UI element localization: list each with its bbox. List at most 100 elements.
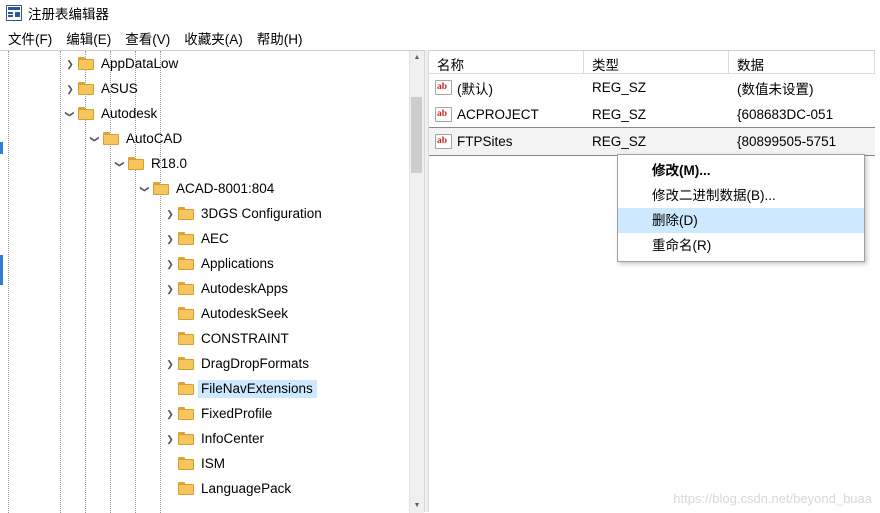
tree-item-dragdropformats[interactable]: ❯ DragDropFormats <box>0 351 410 376</box>
value-name-label: FTPSites <box>457 134 513 149</box>
tree-item-label: R18.0 <box>151 155 188 171</box>
value-name-cell: ab ACPROJECT <box>429 107 584 122</box>
scroll-up-icon[interactable]: ▲ <box>410 51 424 65</box>
column-header-type[interactable]: 类型 <box>584 51 729 73</box>
folder-icon <box>153 181 170 196</box>
chevron-right-icon[interactable]: ❯ <box>162 231 178 247</box>
watermark-text: https://blog.csdn.net/beyond_buaa <box>673 491 872 506</box>
registry-editor-icon <box>6 5 22 21</box>
value-type-cell: REG_SZ <box>592 107 647 122</box>
chevron-right-icon[interactable]: ❯ <box>162 406 178 422</box>
tree-item-autodeskapps[interactable]: ❯ AutodeskApps <box>0 276 410 301</box>
value-data-cell: {80899505-5751 <box>737 134 837 149</box>
chevron-down-icon[interactable]: ❯ <box>112 156 128 172</box>
menu-favorites[interactable]: 收藏夹(A) <box>184 26 250 50</box>
value-type-cell: REG_SZ <box>592 134 647 149</box>
tree-item-languagepack[interactable]: ❯LanguagePack <box>0 476 410 501</box>
chevron-right-icon[interactable]: ❯ <box>62 81 78 97</box>
window-title: 注册表编辑器 <box>28 7 109 22</box>
tree-item-label: 3DGS Configuration <box>201 205 322 221</box>
chevron-right-icon[interactable]: ❯ <box>162 431 178 447</box>
tree-item-asus[interactable]: ❯ ASUS <box>0 76 410 101</box>
tree-item-label: Applications <box>201 255 274 271</box>
tree-item-fixedprofile[interactable]: ❯ FixedProfile <box>0 401 410 426</box>
list-header: 名称 类型 数据 <box>429 51 875 74</box>
tree-item-constraint[interactable]: ❯CONSTRAINT <box>0 326 410 351</box>
table-row[interactable]: ab (默认) REG_SZ (数值未设置) <box>429 74 875 101</box>
value-name-cell: ab (默认) <box>429 78 584 98</box>
string-value-icon: ab <box>435 80 452 95</box>
column-header-data[interactable]: 数据 <box>729 51 875 73</box>
folder-icon <box>103 131 120 146</box>
edge-artifact <box>0 255 3 285</box>
value-type-cell: REG_SZ <box>592 80 647 95</box>
tree-item-appdatalow[interactable]: ❯ AppDataLow <box>0 51 410 76</box>
chevron-right-icon[interactable]: ❯ <box>162 206 178 222</box>
tree-item-label: FileNavExtensions <box>198 379 317 398</box>
context-modify-binary[interactable]: 修改二进制数据(B)... <box>618 183 864 208</box>
folder-icon <box>178 406 195 421</box>
tree-item-autocad[interactable]: ❯ AutoCAD <box>0 126 410 151</box>
tree-item-label: ACAD-8001:804 <box>176 180 275 196</box>
tree-item-autodesk[interactable]: ❯ Autodesk <box>0 101 410 126</box>
value-name-label: (默认) <box>457 81 493 97</box>
table-row[interactable]: ab ACPROJECT REG_SZ {608683DC-051 <box>429 101 875 128</box>
chevron-right-icon[interactable]: ❯ <box>62 56 78 72</box>
tree-item-label: DragDropFormats <box>201 355 310 371</box>
folder-icon <box>78 56 95 71</box>
tree-item-acad-8001-804[interactable]: ❯ ACAD-8001:804 <box>0 176 410 201</box>
context-rename[interactable]: 重命名(R) <box>618 233 864 258</box>
folder-icon <box>78 106 95 121</box>
menu-help[interactable]: 帮助(H) <box>257 26 310 50</box>
registry-values-pane[interactable]: 名称 类型 数据 ab (默认) REG_SZ (数值未设置) ab ACPROJECT R… <box>429 50 875 513</box>
menu-bar: 文件(F) 编辑(E) 查看(V) 收藏夹(A) 帮助(H) <box>0 26 880 50</box>
tree-item-filenavextensions[interactable]: ❯FileNavExtensions <box>0 376 410 401</box>
context-menu[interactable]: 修改(M)... 修改二进制数据(B)... 删除(D) 重命名(R) <box>617 154 865 262</box>
tree-item-label: CONSTRAINT <box>201 330 289 346</box>
folder-icon <box>178 331 195 346</box>
chevron-right-icon[interactable]: ❯ <box>162 356 178 372</box>
context-modify[interactable]: 修改(M)... <box>618 158 864 183</box>
tree-item-3dgs-configuration[interactable]: ❯ 3DGS Configuration <box>0 201 410 226</box>
value-name-cell: ab FTPSites <box>429 134 584 149</box>
tree-vertical-scrollbar[interactable]: ▲ ▼ <box>409 51 424 513</box>
string-value-icon: ab <box>435 107 452 122</box>
folder-icon <box>178 281 195 296</box>
value-list[interactable]: ab (默认) REG_SZ (数值未设置) ab ACPROJECT REG_SZ {608… <box>429 74 875 156</box>
column-header-name[interactable]: 名称 <box>429 51 584 73</box>
tree-item-infocenter[interactable]: ❯ InfoCenter <box>0 426 410 451</box>
menu-view[interactable]: 查看(V) <box>125 26 177 50</box>
tree-item-autodeskseek[interactable]: ❯AutodeskSeek <box>0 301 410 326</box>
menu-file[interactable]: 文件(F) <box>8 26 59 50</box>
tree-item-label: AEC <box>201 230 229 246</box>
folder-icon <box>178 306 195 321</box>
folder-icon <box>178 231 195 246</box>
tree-item-label: FixedProfile <box>201 405 273 421</box>
folder-icon <box>78 81 95 96</box>
registry-tree[interactable]: ❯ AppDataLow ❯ ASUS ❯ Autodesk ❯ AutoCAD ❯ R18.0 ❯… <box>0 51 410 501</box>
tree-item-label: AppDataLow <box>101 55 179 71</box>
chevron-right-icon[interactable]: ❯ <box>162 281 178 297</box>
tree-item-label: InfoCenter <box>201 430 265 446</box>
menu-edit[interactable]: 编辑(E) <box>66 26 118 50</box>
tree-item-ism[interactable]: ❯ISM <box>0 451 410 476</box>
chevron-right-icon[interactable]: ❯ <box>162 256 178 272</box>
chevron-down-icon[interactable]: ❯ <box>137 181 153 197</box>
chevron-down-icon[interactable]: ❯ <box>62 106 78 122</box>
scroll-down-icon[interactable]: ▼ <box>410 499 424 513</box>
folder-icon <box>178 431 195 446</box>
table-row[interactable]: ab FTPSites REG_SZ {80899505-5751 <box>429 127 875 156</box>
tree-item-label: ASUS <box>101 80 138 96</box>
context-delete[interactable]: 删除(D) <box>618 208 864 233</box>
tree-item-aec[interactable]: ❯ AEC <box>0 226 410 251</box>
tree-item-applications[interactable]: ❯ Applications <box>0 251 410 276</box>
tree-item-label: AutoCAD <box>126 130 183 146</box>
tree-item-label: AutodeskSeek <box>201 305 289 321</box>
title-bar: 注册表编辑器 <box>0 0 880 26</box>
tree-item-r18-0[interactable]: ❯ R18.0 <box>0 151 410 176</box>
string-value-icon: ab <box>435 134 452 149</box>
folder-icon <box>178 206 195 221</box>
registry-tree-pane[interactable]: ❯ AppDataLow ❯ ASUS ❯ Autodesk ❯ AutoCAD ❯ R18.0 ❯… <box>0 50 424 513</box>
scrollbar-thumb[interactable] <box>411 97 422 173</box>
chevron-down-icon[interactable]: ❯ <box>87 131 103 147</box>
